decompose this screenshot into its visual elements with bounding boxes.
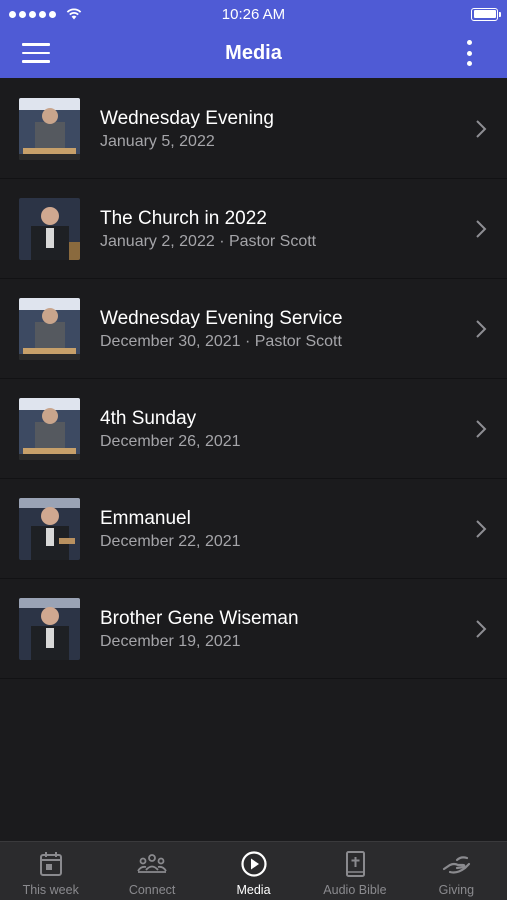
tab-label: This week [22,883,79,897]
navigation-bar: Media [0,28,507,78]
media-item-title: Wednesday Evening Service [100,308,343,329]
sermon-thumbnail [19,198,80,260]
tab-label: Connect [128,883,176,897]
tab-giving[interactable]: Giving [406,842,507,900]
people-icon [137,854,167,873]
media-item[interactable]: The Church in 2022 January 2, 2022 · Pas… [0,179,507,279]
chevron-right-icon [476,520,487,538]
media-item-subtitle: December 19, 2021 [100,633,241,650]
sermon-thumbnail [19,598,80,660]
status-bar: 10:26 AM [0,0,507,28]
page-title: Media [225,41,282,64]
tab-label: Media [236,883,271,897]
media-item[interactable]: Wednesday Evening Service December 30, 2… [0,279,507,379]
media-item-subtitle: December 30, 2021 · Pastor Scott [100,333,342,350]
media-item[interactable]: Brother Gene Wiseman December 19, 2021 [0,579,507,679]
sermon-thumbnail [19,498,80,560]
media-item[interactable]: Emmanuel December 22, 2021 [0,479,507,579]
tab-label: Giving [438,883,475,897]
tab-label: Audio Bible [323,883,387,897]
media-item-title: Emmanuel [100,508,191,529]
battery-icon [471,7,501,21]
media-item-title: Brother Gene Wiseman [100,608,299,629]
media-item-subtitle: January 2, 2022 · Pastor Scott [100,233,317,250]
calendar-icon [39,852,62,876]
chevron-right-icon [476,120,487,138]
media-list: Wednesday Evening January 5, 2022 The Ch… [0,79,507,679]
app-screen: 10:26 AM Media Wednesday Evening January… [0,0,507,900]
chevron-right-icon [476,420,487,438]
sermon-thumbnail [19,398,80,460]
bible-icon [345,851,365,877]
media-item-subtitle: December 26, 2021 [100,433,241,450]
hamburger-menu-icon[interactable] [22,39,56,67]
chevron-right-icon [476,220,487,238]
media-item-title: The Church in 2022 [100,208,267,229]
chevron-right-icon [476,320,487,338]
media-item-subtitle: January 5, 2022 [100,133,215,150]
chevron-right-icon [476,620,487,638]
tab-connect[interactable]: Connect [101,842,202,900]
giving-hand-icon [443,856,471,874]
more-options-icon[interactable] [459,40,479,66]
media-item[interactable]: 4th Sunday December 26, 2021 [0,379,507,479]
media-item-title: 4th Sunday [100,408,197,429]
tab-bar: This week Connect Media Audio Bible Givi… [0,841,507,900]
play-circle-icon [240,851,267,877]
tab-this-week[interactable]: This week [0,842,101,900]
tab-audio-bible[interactable]: Audio Bible [304,842,405,900]
wifi-icon [66,8,82,20]
media-item[interactable]: Wednesday Evening January 5, 2022 [0,79,507,179]
sermon-thumbnail [19,298,80,360]
media-item-title: Wednesday Evening [100,108,274,129]
signal-strength-icon [9,8,82,20]
tab-media[interactable]: Media [203,842,304,900]
media-item-subtitle: December 22, 2021 [100,533,241,550]
sermon-thumbnail [19,98,80,160]
